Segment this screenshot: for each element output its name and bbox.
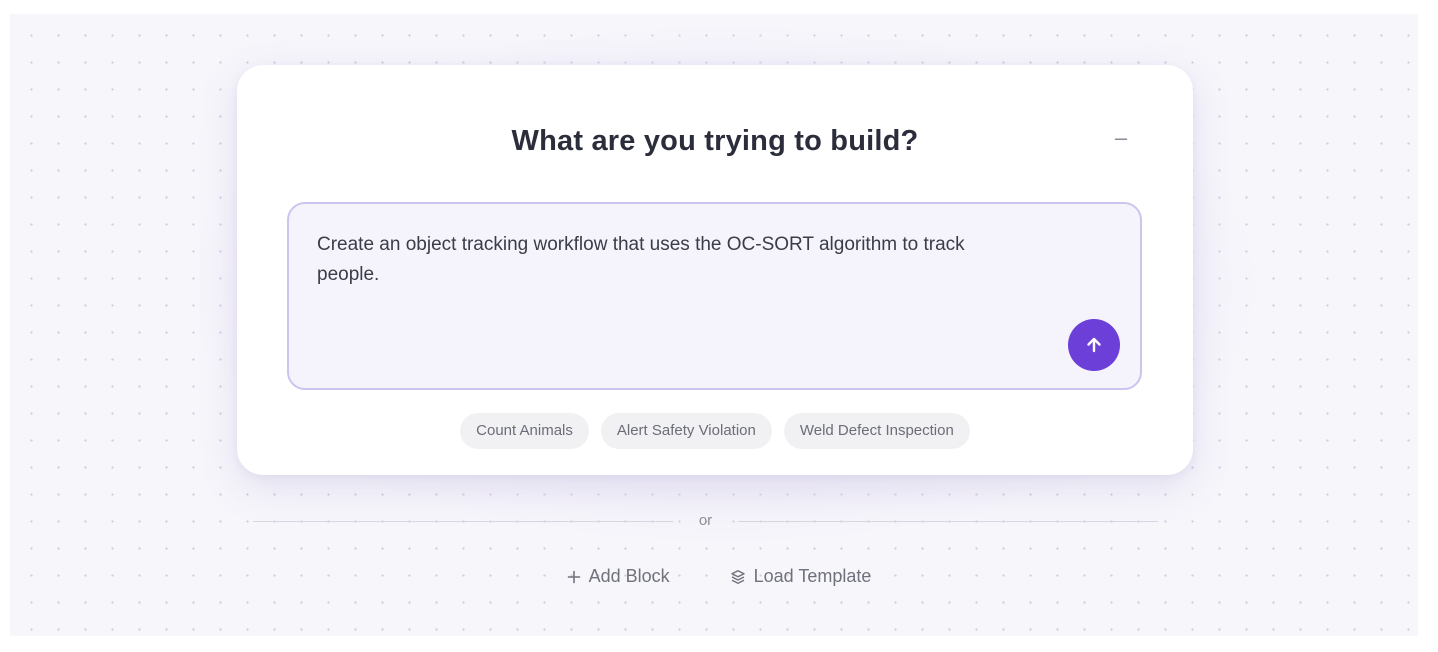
card-title: What are you trying to build?: [511, 125, 919, 157]
prompt-input-text[interactable]: Create an object tracking workflow that …: [317, 230, 1017, 290]
build-prompt-card: What are you trying to build? – Create a…: [237, 65, 1193, 475]
send-button[interactable]: [1068, 319, 1120, 371]
plus-icon: [567, 570, 581, 584]
prompt-input[interactable]: Create an object tracking workflow that …: [287, 202, 1142, 390]
load-template-button[interactable]: Load Template: [730, 566, 872, 587]
add-block-button[interactable]: Add Block: [567, 566, 670, 587]
suggestion-chip-count-animals[interactable]: Count Animals: [460, 413, 589, 449]
divider-line-right: [738, 521, 1158, 522]
or-divider: or: [253, 511, 1158, 533]
suggestion-chips: Count Animals Alert Safety Violation Wel…: [237, 413, 1193, 449]
layers-icon: [730, 569, 746, 585]
add-block-label: Add Block: [588, 566, 670, 586]
minimize-button[interactable]: –: [1109, 127, 1133, 151]
suggestion-chip-weld-defect-inspection[interactable]: Weld Defect Inspection: [783, 413, 970, 449]
load-template-label: Load Template: [753, 566, 872, 586]
canvas-actions: Add Block Load Template: [0, 566, 1438, 587]
arrow-up-icon: [1087, 337, 1101, 353]
suggestion-chip-alert-safety-violation[interactable]: Alert Safety Violation: [600, 413, 772, 449]
